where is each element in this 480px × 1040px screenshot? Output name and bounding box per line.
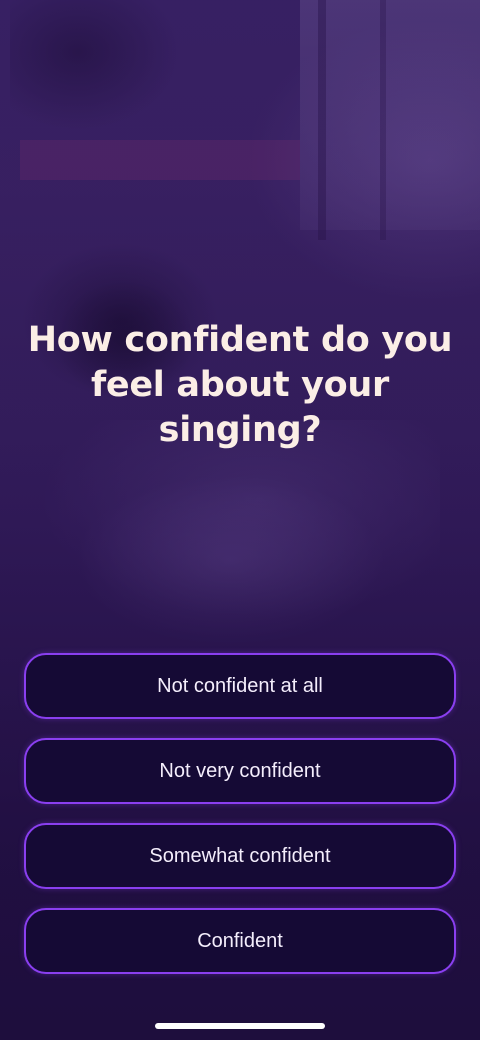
question-title: How confident do you feel about your sin…: [27, 320, 453, 450]
option-somewhat-confident-button[interactable]: Somewhat confident: [24, 823, 456, 889]
option-not-very-confident-button[interactable]: Not very confident: [24, 738, 456, 804]
option-not-confident-at-all-button[interactable]: Not confident at all: [24, 653, 456, 719]
answer-options: Not confident at all Not very confident …: [24, 653, 456, 993]
option-confident-button[interactable]: Confident: [24, 908, 456, 974]
home-indicator[interactable]: [155, 1023, 325, 1029]
